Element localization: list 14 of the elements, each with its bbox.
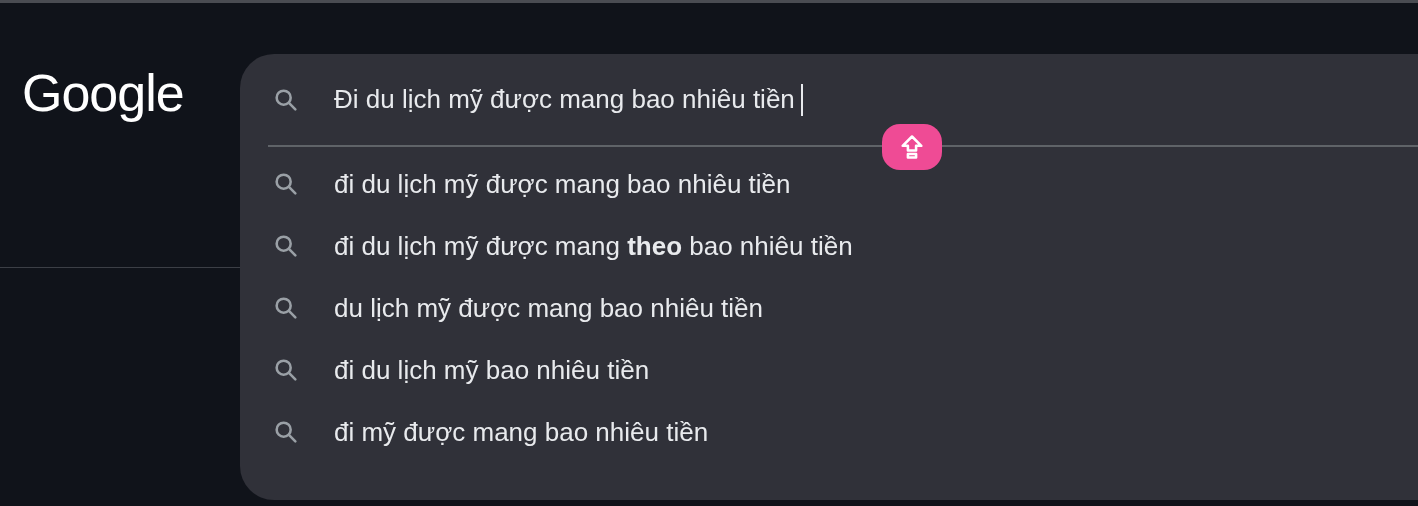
search-icon xyxy=(272,294,300,322)
search-icon xyxy=(272,356,300,384)
logo[interactable]: Google xyxy=(22,64,184,122)
shift-arrow-icon xyxy=(898,133,926,161)
suggestion-item[interactable]: đi du lịch mỹ bao nhiêu tiền xyxy=(240,339,1418,401)
suggestion-item[interactable]: đi du lịch mỹ được mang bao nhiêu tiền xyxy=(240,153,1418,215)
search-icon xyxy=(272,232,300,260)
search-field[interactable]: Đi du lịch mỹ được mang bao nhiêu tiền xyxy=(240,54,1418,145)
search-icon xyxy=(272,418,300,446)
text-cursor xyxy=(800,83,803,116)
search-icon xyxy=(272,170,300,198)
suggestion-item[interactable]: đi mỹ được mang bao nhiêu tiền xyxy=(240,401,1418,463)
suggestion-item[interactable]: đi du lịch mỹ được mang theo bao nhiêu tiền xyxy=(240,215,1418,277)
suggestion-item[interactable]: du lịch mỹ được mang bao nhiêu tiền xyxy=(240,277,1418,339)
